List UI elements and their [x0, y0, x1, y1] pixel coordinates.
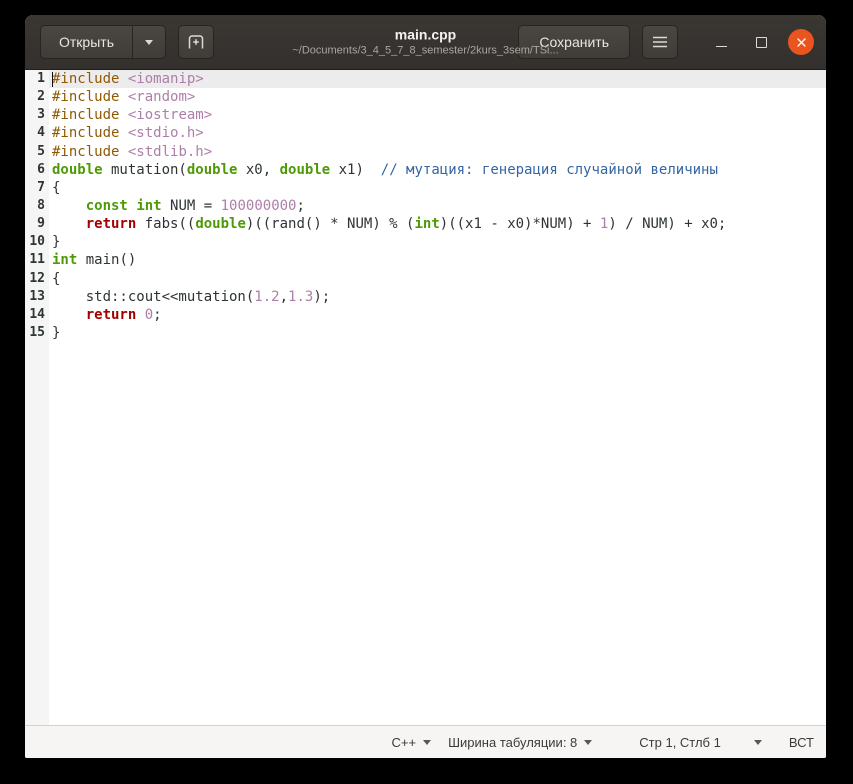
code-line[interactable]: 1 #include <iomanip> [25, 70, 826, 89]
line-number: 9 [25, 215, 49, 234]
headerbar-right: Сохранить [518, 25, 814, 59]
line-number: 8 [25, 196, 49, 216]
line-number: 2 [25, 88, 49, 107]
new-document-button[interactable] [177, 25, 214, 59]
code-line[interactable]: 4 #include <stdio.h> [25, 124, 826, 143]
code-line-text[interactable]: #include <random> [49, 88, 826, 106]
code-line[interactable]: 2 #include <random> [25, 88, 826, 107]
line-number: 13 [25, 287, 49, 306]
open-dropdown-button[interactable] [131, 25, 166, 59]
code-line[interactable]: 10} [25, 233, 826, 252]
line-number: 7 [25, 178, 49, 197]
chevron-down-icon [753, 739, 762, 745]
code-line-text[interactable]: int main() [49, 251, 826, 269]
code-line[interactable]: 7{ [25, 178, 826, 197]
open-button[interactable]: Открыть [40, 25, 132, 59]
code-line-text[interactable]: return 0; [49, 306, 826, 324]
chevron-down-icon [423, 739, 432, 745]
code-line-text[interactable]: #include <iostream> [49, 106, 826, 124]
close-icon [796, 37, 807, 48]
tab-width-label: Ширина табуляции: 8 [448, 734, 578, 750]
open-button-group: Открыть [40, 25, 166, 59]
close-button[interactable] [788, 29, 814, 55]
hamburger-icon [652, 36, 668, 48]
chevron-down-icon [144, 39, 153, 45]
text-caret [52, 71, 54, 87]
line-number: 3 [25, 106, 49, 125]
code-line[interactable]: 6 double mutation(double x0, double x1) /… [25, 160, 826, 179]
line-number: 12 [25, 269, 49, 288]
statusbar: C++ Ширина табуляции: 8 Стр 1, Стлб 1 ВС… [25, 725, 826, 758]
cursor-position-indicator[interactable]: Стр 1, Стлб 1 [639, 735, 721, 750]
line-number: 11 [25, 251, 49, 270]
text-editor-window: Открыть main.cpp ~/Documents/3_4_5_7_8_s… [25, 15, 826, 758]
line-number: 1 [25, 70, 49, 89]
code-line-text[interactable]: } [49, 233, 826, 251]
code-line[interactable]: 11 int main() [25, 251, 826, 270]
code-line[interactable]: 9 return fabs((double)((rand() * NUM) % … [25, 215, 826, 234]
code-area: 1 #include <iomanip> 2 #include <random> 3 #i… [25, 70, 826, 343]
chevron-down-icon [584, 739, 593, 745]
code-line-text[interactable]: const int NUM = 100000000; [49, 197, 826, 215]
language-label: C++ [391, 734, 417, 750]
code-line-text[interactable]: #include <stdlib.h> [49, 143, 826, 161]
tab-new-icon [187, 34, 205, 50]
code-line-text[interactable]: #include <iomanip> [49, 70, 826, 89]
editor-text-area[interactable]: 1 #include <iomanip> 2 #include <random> 3 #i… [25, 70, 826, 725]
line-number: 10 [25, 233, 49, 252]
code-line-text[interactable]: #include <stdio.h> [49, 124, 826, 142]
line-number: 14 [25, 305, 49, 324]
window-controls [694, 29, 814, 55]
maximize-button[interactable] [748, 29, 774, 55]
code-line[interactable]: 12{ [25, 269, 826, 288]
code-line-text[interactable]: double mutation(double x0, double x1) //… [49, 161, 826, 179]
line-number: 6 [25, 160, 49, 179]
code-line-text[interactable]: { [49, 179, 826, 197]
tab-width-selector[interactable]: Ширина табуляции: 8 [448, 734, 593, 750]
code-line-text[interactable]: { [49, 270, 826, 288]
minimize-button[interactable] [708, 29, 734, 55]
code-line-text[interactable]: return fabs((double)((rand() * NUM) % (i… [49, 215, 826, 233]
line-number: 15 [25, 323, 49, 343]
save-button[interactable]: Сохранить [518, 25, 630, 59]
code-line[interactable]: 8 const int NUM = 100000000; [25, 196, 826, 216]
code-line[interactable]: 3 #include <iostream> [25, 106, 826, 125]
minimize-icon [715, 45, 727, 47]
language-selector[interactable]: C++ [392, 735, 432, 750]
code-line-text[interactable]: } [49, 324, 826, 342]
maximize-icon [755, 36, 767, 48]
code-line[interactable]: 5 #include <stdlib.h> [25, 142, 826, 161]
headerbar[interactable]: Открыть main.cpp ~/Documents/3_4_5_7_8_s… [25, 15, 826, 70]
menu-button[interactable] [642, 25, 678, 59]
code-line[interactable]: 14 return 0; [25, 305, 826, 324]
line-number: 5 [25, 142, 49, 161]
line-number: 4 [25, 124, 49, 143]
goto-line-dropdown[interactable] [753, 739, 762, 745]
code-line-text[interactable]: std::cout<<mutation(1.2,1.3); [49, 288, 826, 306]
code-line[interactable]: 15} [25, 323, 826, 343]
insert-mode-indicator: ВСТ [788, 734, 814, 750]
code-line[interactable]: 13 std::cout<<mutation(1.2,1.3); [25, 287, 826, 306]
